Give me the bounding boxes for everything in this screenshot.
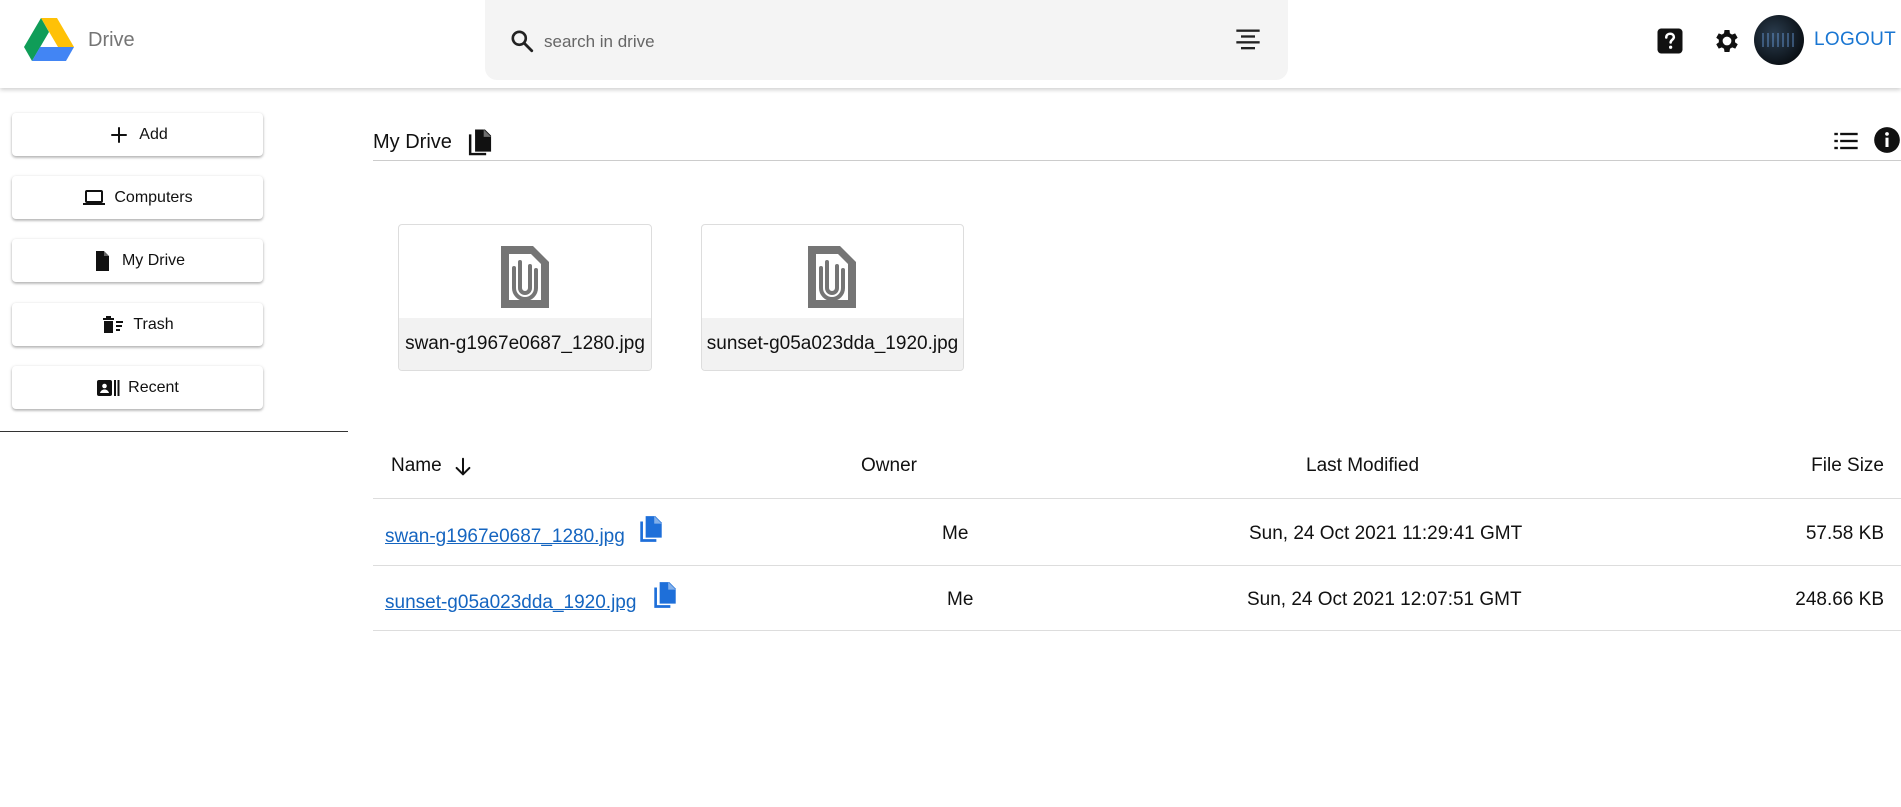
table-row-divider bbox=[373, 565, 1901, 566]
sidebar-item-label: Trash bbox=[133, 315, 174, 333]
sidebar-item-add[interactable]: Add bbox=[12, 113, 263, 156]
info-icon[interactable] bbox=[1873, 126, 1901, 154]
file-card[interactable]: swan-g1967e0687_1280.jpg bbox=[398, 224, 652, 371]
file-card[interactable]: sunset-g05a023dda_1920.jpg bbox=[701, 224, 964, 371]
app-title: Drive bbox=[88, 29, 135, 51]
logout-button[interactable]: LOGOUT bbox=[1814, 29, 1896, 51]
file-name-link[interactable]: sunset-g05a023dda_1920.jpg bbox=[385, 592, 636, 614]
header-divider bbox=[373, 160, 1901, 161]
copy-link-icon[interactable] bbox=[638, 514, 664, 544]
sidebar-item-computers[interactable]: Computers bbox=[12, 176, 263, 219]
gear-icon[interactable] bbox=[1712, 26, 1742, 56]
search-bar bbox=[485, 0, 1288, 80]
copy-files-icon[interactable] bbox=[465, 127, 495, 159]
file-card-name: swan-g1967e0687_1280.jpg bbox=[399, 318, 651, 370]
search-input[interactable] bbox=[542, 26, 1186, 58]
sidebar-divider bbox=[0, 431, 348, 432]
column-header-file-size[interactable]: File Size bbox=[1811, 455, 1884, 477]
table-row-divider bbox=[373, 630, 1901, 631]
sort-arrow-down-icon[interactable] bbox=[452, 455, 474, 479]
plus-icon bbox=[111, 126, 128, 143]
list-view-icon[interactable] bbox=[1832, 127, 1860, 155]
recent-icon bbox=[97, 379, 120, 396]
attachment-icon bbox=[501, 246, 549, 308]
sidebar-item-trash[interactable]: Trash bbox=[12, 303, 263, 346]
file-size: 57.58 KB bbox=[1805, 523, 1884, 544]
file-owner: Me bbox=[942, 523, 969, 544]
app-header: Drive LOGOUT bbox=[0, 0, 1901, 88]
file-card-name: sunset-g05a023dda_1920.jpg bbox=[702, 318, 963, 370]
sidebar-item-label: Computers bbox=[114, 188, 193, 206]
column-header-owner[interactable]: Owner bbox=[861, 455, 917, 477]
file-name-link[interactable]: swan-g1967e0687_1280.jpg bbox=[385, 526, 625, 548]
file-last-modified: Sun, 24 Oct 2021 12:07:51 GMT bbox=[1247, 589, 1522, 610]
laptop-icon bbox=[83, 189, 106, 205]
search-icon[interactable] bbox=[509, 28, 535, 54]
sidebar-item-label: Recent bbox=[128, 378, 179, 396]
attachment-icon bbox=[808, 246, 856, 308]
file-last-modified: Sun, 24 Oct 2021 11:29:41 GMT bbox=[1249, 523, 1523, 544]
column-header-last-modified[interactable]: Last Modified bbox=[1306, 455, 1419, 477]
drive-logo-icon[interactable] bbox=[24, 18, 74, 62]
avatar[interactable] bbox=[1754, 15, 1804, 65]
table-header-divider bbox=[373, 498, 1901, 499]
breadcrumb[interactable]: My Drive bbox=[373, 131, 452, 154]
sidebar-item-label: My Drive bbox=[121, 251, 186, 269]
sidebar-item-label: Add bbox=[139, 125, 168, 143]
file-size: 248.66 KB bbox=[1795, 589, 1884, 610]
filter-options-icon[interactable] bbox=[1234, 26, 1262, 54]
help-icon[interactable] bbox=[1655, 26, 1685, 56]
file-icon bbox=[95, 250, 109, 271]
trash-icon bbox=[103, 315, 124, 333]
sidebar-item-recent[interactable]: Recent bbox=[12, 366, 263, 409]
copy-link-icon[interactable] bbox=[652, 580, 678, 610]
column-header-name[interactable]: Name bbox=[391, 455, 442, 477]
file-owner: Me bbox=[947, 589, 974, 610]
sidebar-item-my-drive[interactable]: My Drive bbox=[12, 239, 263, 282]
